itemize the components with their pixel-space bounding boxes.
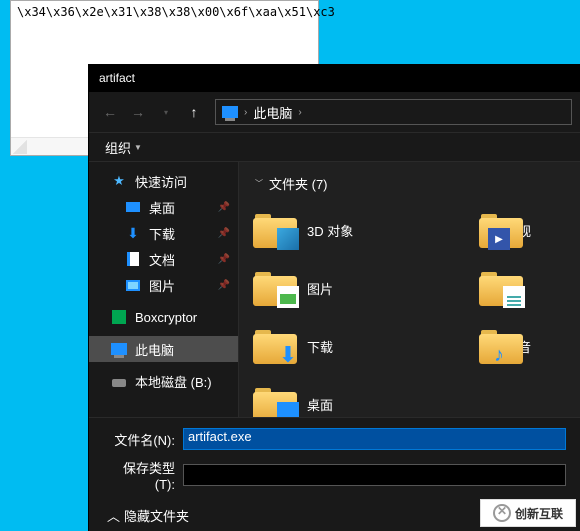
folder-icon [479, 270, 523, 306]
sidebar-documents[interactable]: 文档 📌 [89, 246, 238, 272]
pin-icon: 📌 [218, 254, 230, 265]
dialog-body: ★ 快速访问 桌面 📌 ⬇ 下载 📌 文档 📌 图片 📌 [89, 162, 580, 417]
folder-icon [479, 212, 508, 248]
pin-icon: 📌 [218, 228, 230, 239]
up-button[interactable]: ↑ [181, 99, 207, 125]
pin-icon: 📌 [218, 202, 230, 213]
chevron-down-icon: ▼ [134, 143, 142, 152]
folder-3d-objects[interactable]: 3D 对象 [249, 203, 459, 257]
recent-button[interactable]: ▾ [153, 99, 179, 125]
folder-icon [253, 386, 297, 417]
download-icon: ⬇ [125, 225, 141, 241]
toolbar: 组织 ▼ [89, 132, 580, 162]
document-icon [127, 252, 139, 266]
breadcrumb-root[interactable]: 此电脑 [253, 103, 292, 122]
chevron-right-icon: › [244, 107, 247, 118]
chevron-up-icon: ︿ [107, 506, 120, 525]
window-title: artifact [99, 71, 135, 85]
folder-pictures[interactable]: 图片 [249, 261, 459, 315]
pc-icon [111, 343, 127, 355]
back-button[interactable]: ← [97, 99, 123, 125]
sidebar-quick-access[interactable]: ★ 快速访问 [89, 168, 238, 194]
address-bar[interactable]: › 此电脑 › [215, 99, 572, 125]
watermark: 创新互联 [480, 499, 576, 527]
download-icon: ⬇ [277, 344, 299, 366]
folder-icon: ♪ [479, 328, 508, 364]
content-pane[interactable]: ﹀ 文件夹 (7) 3D 对象 视 图片 [239, 162, 580, 417]
folder-group-header[interactable]: ﹀ 文件夹 (7) [249, 168, 570, 203]
sidebar-downloads[interactable]: ⬇ 下载 📌 [89, 220, 238, 246]
nav-row: ← → ▾ ↑ › 此电脑 › [89, 92, 580, 132]
filename-input[interactable]: artifact.exe [183, 428, 566, 450]
folder-icon [253, 212, 297, 248]
pin-icon: 📌 [218, 280, 230, 291]
sidebar-boxcryptor[interactable]: Boxcryptor [89, 304, 238, 330]
pictures-icon [126, 280, 140, 291]
resize-grip[interactable] [13, 140, 27, 154]
folder-documents[interactable] [475, 261, 535, 315]
titlebar[interactable]: artifact [89, 64, 580, 92]
sidebar-local-disk[interactable]: 本地磁盘 (B:) [89, 368, 238, 394]
filetype-label: 保存类型(T): [103, 458, 175, 492]
organize-menu[interactable]: 组织 ▼ [99, 136, 148, 159]
save-dialog: artifact ← → ▾ ↑ › 此电脑 › 组织 ▼ ★ 快速访问 桌面 [88, 64, 580, 531]
folder-grid: 3D 对象 视 图片 ⬇ 下载 ♪ [249, 203, 570, 417]
chevron-right-icon: › [298, 107, 301, 118]
folder-music[interactable]: ♪ 音 [475, 319, 535, 373]
boxcryptor-icon [112, 310, 126, 324]
folder-icon: ⬇ [253, 328, 297, 364]
chevron-down-icon: ﹀ [255, 178, 263, 189]
desktop-icon [126, 202, 140, 212]
music-icon: ♪ [488, 344, 510, 366]
watermark-icon [493, 504, 511, 522]
star-icon: ★ [111, 173, 127, 189]
filename-label: 文件名(N): [103, 430, 175, 449]
picture-icon [277, 286, 299, 308]
desktop-icon [277, 402, 299, 417]
forward-button[interactable]: → [125, 99, 151, 125]
cube-icon [277, 228, 299, 250]
folder-videos[interactable]: 视 [475, 203, 535, 257]
pc-icon [222, 106, 238, 118]
sidebar-pictures[interactable]: 图片 📌 [89, 272, 238, 298]
video-icon [488, 228, 510, 250]
disk-icon [112, 379, 126, 387]
folder-icon [253, 270, 297, 306]
folder-desktop[interactable]: 桌面 [249, 377, 459, 417]
folder-downloads[interactable]: ⬇ 下载 [249, 319, 459, 373]
sidebar-desktop[interactable]: 桌面 📌 [89, 194, 238, 220]
document-icon [503, 286, 525, 308]
filetype-select[interactable] [183, 464, 566, 486]
sidebar-this-pc[interactable]: 此电脑 [89, 336, 238, 362]
sidebar: ★ 快速访问 桌面 📌 ⬇ 下载 📌 文档 📌 图片 📌 [89, 162, 239, 417]
